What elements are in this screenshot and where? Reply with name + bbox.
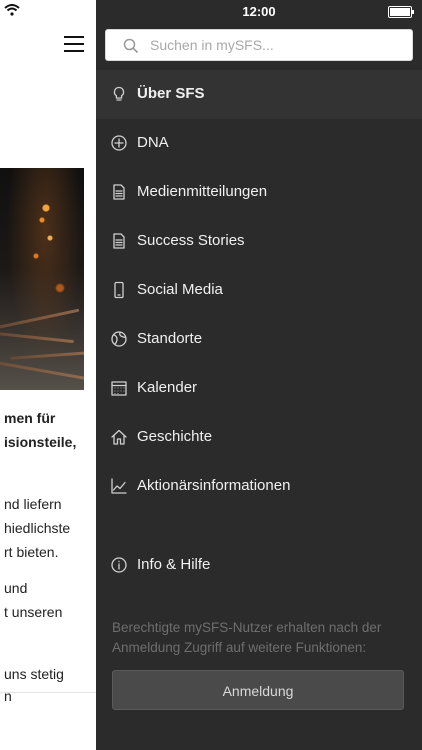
menu-item-label: Social Media	[137, 281, 223, 298]
hero-image	[0, 168, 84, 390]
menu-item-aktionaersinformationen[interactable]: Aktionärsinformationen	[96, 462, 422, 511]
status-bar: 12:00	[96, 0, 422, 22]
menu-item-label: Kalender	[137, 379, 198, 396]
lightbulb-icon	[113, 86, 125, 101]
menu-item-geschichte[interactable]: Geschichte	[96, 413, 422, 462]
hamburger-menu-icon[interactable]	[64, 36, 84, 52]
background-page: men für isionsteile, nd liefern hiedlichste…	[0, 0, 96, 750]
search-input[interactable]	[150, 30, 400, 60]
search-icon	[123, 38, 139, 54]
wifi-icon	[4, 4, 20, 16]
page-text-line: und	[4, 580, 28, 596]
page-text-line: n	[4, 688, 12, 704]
smartphone-icon	[114, 281, 124, 299]
navigation-drawer: Über SFS DNA Medienmitteilungen Success Sto…	[96, 22, 422, 750]
globe-icon	[111, 331, 127, 347]
document-icon	[113, 184, 125, 200]
page-text-line: nd liefern	[4, 496, 62, 512]
menu-item-label: Info & Hilfe	[137, 556, 211, 573]
login-note: Berechtigte mySFS-Nutzer erhalten nach d…	[112, 620, 382, 655]
menu-item-label: Success Stories	[137, 232, 245, 249]
chart-icon	[111, 478, 127, 494]
document-icon	[113, 233, 125, 249]
page-text-line: men für	[4, 410, 56, 426]
menu-item-label: Standorte	[137, 330, 203, 347]
page-text-line: hiedlichste	[4, 520, 71, 536]
menu-item-label: Geschichte	[137, 428, 213, 445]
menu-item-social-media[interactable]: Social Media	[96, 266, 422, 315]
menu-item-label: DNA	[137, 134, 169, 151]
menu-item-kalender[interactable]: Kalender	[96, 364, 422, 413]
menu-item-label: Über SFS	[137, 85, 205, 102]
menu-item-success-stories[interactable]: Success Stories	[96, 217, 422, 266]
search-box[interactable]	[105, 29, 413, 61]
divider	[0, 692, 96, 693]
login-button[interactable]: Anmeldung	[112, 670, 404, 710]
page-text-line: t unseren	[4, 604, 63, 620]
page-text-line: uns stetig	[4, 666, 64, 682]
info-icon	[111, 557, 127, 573]
status-time: 12:00	[242, 4, 276, 19]
calendar-icon	[111, 381, 127, 396]
plus-circle-icon	[111, 135, 127, 151]
search-bar	[96, 22, 422, 70]
menu-item-info-and-hilfe[interactable]: Info & Hilfe	[96, 541, 422, 590]
menu-item-standorte[interactable]: Standorte	[96, 315, 422, 364]
menu-item-dna[interactable]: DNA	[96, 119, 422, 168]
page-text-line: rt bieten.	[4, 544, 59, 560]
menu-item-label: Aktionärsinformationen	[137, 477, 291, 494]
page-text-line: isionsteile,	[4, 434, 77, 450]
menu-item-label: Medienmitteilungen	[137, 183, 268, 200]
menu-item-ueber-sfs[interactable]: Über SFS	[96, 70, 422, 119]
menu-item-medienmitteilungen[interactable]: Medienmitteilungen	[96, 168, 422, 217]
battery-icon	[388, 6, 414, 18]
house-icon	[111, 429, 127, 445]
